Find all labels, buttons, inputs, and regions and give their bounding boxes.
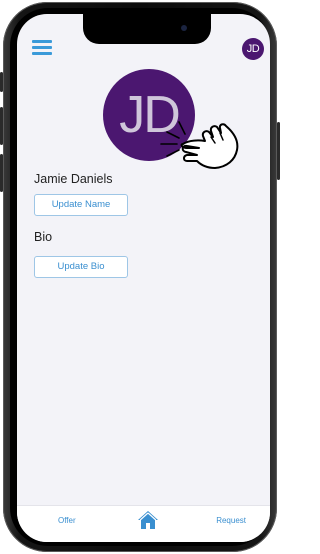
tap-hand-icon bbox=[160, 121, 239, 169]
home-icon[interactable] bbox=[137, 510, 159, 530]
volume-down-button bbox=[0, 154, 3, 192]
bottom-tab-bar: Offer Request bbox=[17, 505, 270, 542]
silent-switch bbox=[0, 72, 3, 92]
volume-up-button bbox=[0, 107, 3, 145]
bio-heading: Bio bbox=[34, 230, 53, 244]
tab-offer[interactable]: Offer bbox=[58, 516, 76, 525]
device-stage: JD JD Jamie Daniels Update Name Bio Upda… bbox=[0, 0, 281, 554]
app-screen: JD JD Jamie Daniels Update Name Bio Upda… bbox=[17, 14, 270, 542]
tab-request[interactable]: Request bbox=[216, 516, 246, 525]
hamburger-menu-icon[interactable] bbox=[32, 40, 52, 56]
front-camera bbox=[181, 25, 187, 31]
profile-name: Jamie Daniels bbox=[34, 172, 113, 186]
power-button bbox=[277, 122, 280, 180]
update-name-button[interactable]: Update Name bbox=[34, 194, 128, 216]
update-bio-button[interactable]: Update Bio bbox=[34, 256, 128, 278]
notch bbox=[83, 14, 211, 44]
phone-frame: JD JD Jamie Daniels Update Name Bio Upda… bbox=[0, 2, 280, 552]
header-avatar[interactable]: JD bbox=[242, 38, 264, 60]
